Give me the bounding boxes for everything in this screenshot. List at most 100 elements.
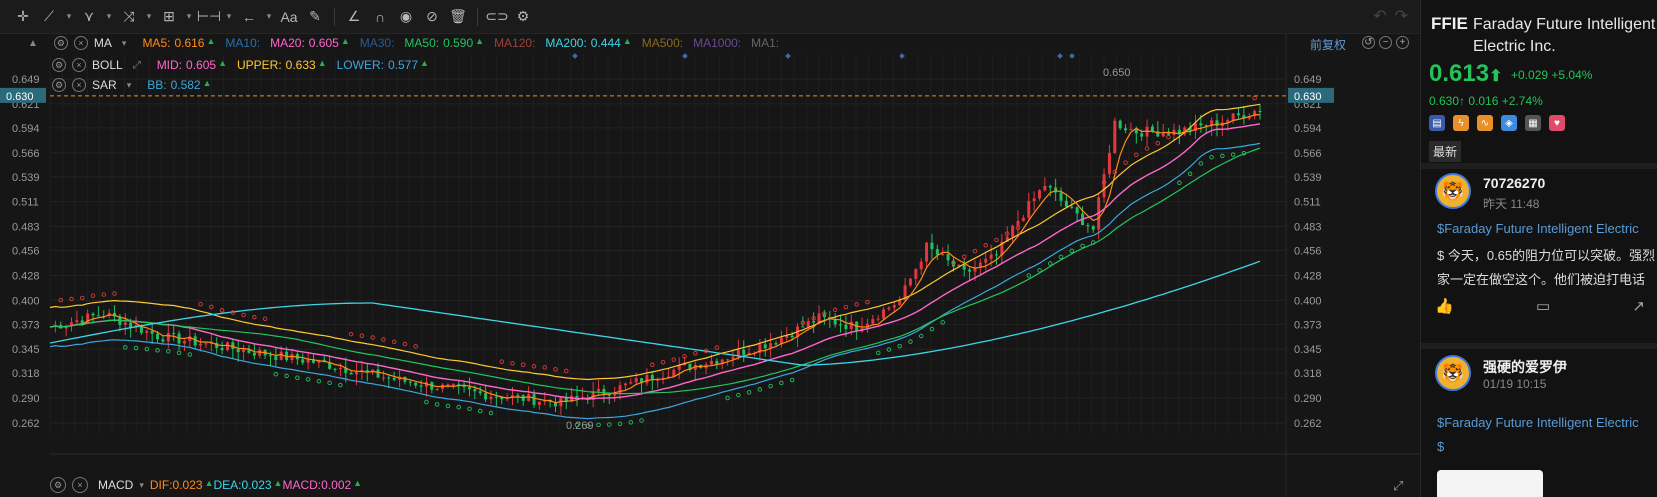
trend-line-icon[interactable]: ⟋ — [36, 5, 62, 29]
chevron-down-icon[interactable]: ▾ — [127, 80, 132, 91]
document-icon[interactable]: ▦ — [1525, 115, 1541, 131]
sar-dot — [639, 418, 644, 423]
post-username[interactable]: 70726270 — [1483, 175, 1545, 191]
price-axis-label: 0.290 — [1294, 393, 1322, 405]
close-icon[interactable]: × — [72, 58, 86, 72]
sar-dot — [1155, 141, 1161, 146]
list-item[interactable]: 🐯 70726270 昨天 11:48 $Faraday Future Inte… — [1421, 169, 1657, 349]
visible-icon[interactable]: ⤢ — [133, 60, 141, 71]
sar-dot — [564, 368, 569, 374]
wave-icon[interactable]: ∿ — [1477, 115, 1493, 131]
post-image[interactable] — [1437, 470, 1543, 497]
chevron-down-icon[interactable]: ▾ — [139, 480, 144, 491]
like-icon[interactable]: 👍 — [1435, 297, 1454, 315]
us-flag-icon[interactable]: ▤ — [1429, 115, 1445, 131]
indicator-value: 0.444 — [590, 36, 621, 50]
arrow-left-icon[interactable]: ← — [236, 5, 262, 29]
chevron-down-icon[interactable]: ▾ — [182, 5, 196, 29]
sar-dot — [166, 349, 171, 354]
chevron-down-icon[interactable]: ▾ — [222, 5, 236, 29]
candle-body — [575, 395, 579, 398]
share-icon[interactable]: ↗ — [1632, 297, 1645, 315]
reset-icon[interactable]: ↺ — [1362, 36, 1375, 49]
chevron-down-icon[interactable]: ▾ — [262, 5, 276, 29]
sar-dot — [477, 408, 483, 414]
settings-icon[interactable]: ⚙ — [510, 5, 536, 29]
measure-icon[interactable]: ⊢⊣ — [196, 5, 222, 29]
settings-icon[interactable]: ⚙ — [52, 78, 66, 92]
polyline-icon[interactable]: ⋎ — [76, 5, 102, 29]
candle-body — [812, 321, 816, 323]
close-icon[interactable]: × — [72, 477, 88, 493]
indicator-label: MA120: — [494, 36, 536, 50]
magnet-icon[interactable]: ∩ — [367, 5, 393, 29]
sar-dot — [90, 293, 96, 298]
expand-icon[interactable]: ⤢ — [1393, 478, 1403, 494]
sar-dot — [736, 392, 741, 398]
wave-icon[interactable]: ⤨ — [116, 5, 142, 29]
post-line[interactable]: $Faraday Future Intelligent Electric — [1437, 221, 1639, 236]
sar-dot — [1048, 261, 1053, 266]
settings-icon[interactable]: ⚙ — [53, 36, 68, 50]
change-value: +0.029 — [1511, 68, 1549, 82]
sar-dot — [757, 387, 763, 392]
settings-icon[interactable]: ⚙ — [50, 477, 66, 493]
sar-dot — [434, 402, 440, 407]
candle-body — [935, 249, 939, 255]
eye-icon[interactable]: ◉ — [393, 5, 419, 29]
avatar[interactable]: 🐯 — [1435, 355, 1471, 391]
post-username[interactable]: 强硬的爱罗伊 — [1483, 357, 1567, 377]
chevron-down-icon[interactable]: ▾ — [122, 38, 127, 49]
settings-icon[interactable]: ⚙ — [52, 58, 66, 72]
tag-icon[interactable]: ◈ — [1501, 115, 1517, 131]
sar-dot — [520, 362, 526, 368]
collapse-icon[interactable]: ▲ — [28, 38, 38, 49]
change-percent: +5.04% — [1551, 68, 1593, 82]
sar-dot — [295, 375, 300, 380]
candle-body — [876, 318, 880, 320]
macd-indicator-row: ⚙ × MACD ▾ DIF: 0.023 ▲ DEA: 0.023 ▲ MACD: 0.00… — [50, 476, 362, 494]
undo-icon[interactable]: ↶ — [1373, 6, 1386, 26]
hide-icon[interactable]: ⊘ — [419, 5, 445, 29]
candle-body — [467, 387, 471, 390]
sar-dot — [488, 410, 494, 416]
candle-body — [1231, 113, 1235, 121]
redo-icon[interactable]: ↷ — [1395, 6, 1408, 26]
zoom-out-icon[interactable]: − — [1379, 36, 1392, 49]
price-chart[interactable]: 0.649 0.6490.621 0.6210.594 0.5940.566 0.566… — [0, 34, 1420, 497]
close-icon[interactable]: × — [72, 78, 86, 92]
post-line[interactable]: $Faraday Future Intelligent Electric — [1437, 415, 1639, 430]
chevron-down-icon[interactable]: ▾ — [102, 5, 116, 29]
fibonacci-icon[interactable]: ⊞ — [156, 5, 182, 29]
candle-body — [161, 339, 165, 342]
sar-dot — [467, 406, 472, 412]
brush-icon[interactable]: ✎ — [302, 5, 328, 29]
comment-icon[interactable]: ▭ — [1536, 297, 1550, 315]
adjust-mode-link[interactable]: 前复权 — [1310, 36, 1346, 53]
up-triangle-icon: ▲ — [475, 36, 485, 46]
indicator-label: LOWER: — [336, 58, 384, 72]
post-line[interactable]: $ — [1437, 439, 1444, 454]
text-tool-icon[interactable]: Aa — [276, 5, 302, 29]
angle-icon[interactable]: ∠ — [341, 5, 367, 29]
avatar[interactable]: 🐯 — [1435, 173, 1471, 209]
price-axis-label: 0.345 — [12, 344, 40, 356]
candle-body — [1016, 220, 1020, 226]
sar-dot — [854, 302, 859, 307]
price-axis-label: 0.566 — [12, 148, 40, 160]
chevron-down-icon[interactable]: ▾ — [142, 5, 156, 29]
crosshair-icon[interactable]: ✛ — [10, 5, 36, 29]
heart-icon[interactable]: ♥ — [1549, 115, 1565, 131]
candle-body — [268, 355, 272, 357]
zoom-in-icon[interactable]: + — [1396, 36, 1409, 49]
up-triangle-icon: ▲ — [317, 58, 327, 68]
candle-body — [236, 348, 240, 353]
lightning-icon[interactable]: ϟ — [1453, 115, 1469, 131]
trash-icon[interactable]: 🗑 — [445, 5, 471, 29]
chart-area[interactable]: 0.649 0.649 0.621 0.621 0.594 0.594 0.566 0.566… — [0, 34, 1420, 497]
link-icon[interactable]: ⊂⊃ — [484, 5, 510, 29]
chevron-down-icon[interactable]: ▾ — [62, 5, 76, 29]
tab-latest[interactable]: 最新 — [1429, 141, 1462, 162]
close-icon[interactable]: × — [73, 36, 88, 50]
candle-body — [1140, 133, 1144, 137]
